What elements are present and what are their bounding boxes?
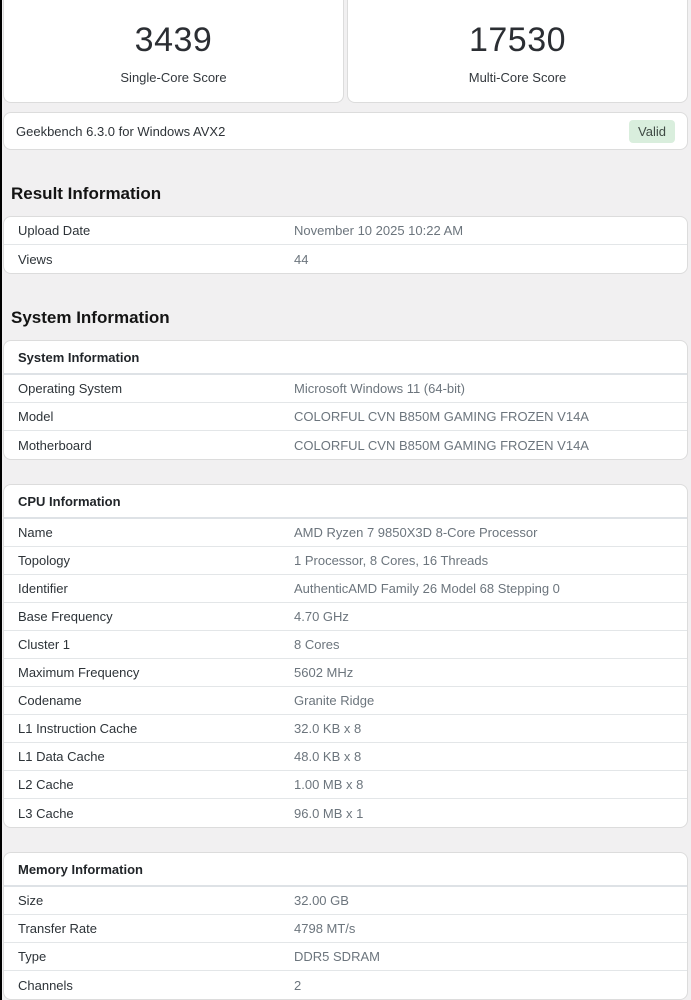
row-label: L1 Instruction Cache xyxy=(18,721,294,736)
section-tables: Upload Date November 10 2025 10:22 AM Vi… xyxy=(3,216,688,274)
row-label: Transfer Rate xyxy=(18,921,294,936)
row-value: 1 Processor, 8 Cores, 16 Threads xyxy=(294,553,687,568)
single-core-score-value: 3439 xyxy=(135,21,213,60)
row-value: 2 xyxy=(294,978,687,993)
result-page: 3439 Single-Core Score 17530 Multi-Core … xyxy=(3,0,688,1000)
page-left-edge xyxy=(0,0,2,1000)
row-label: L2 Cache xyxy=(18,777,294,792)
row-value: AuthenticAMD Family 26 Model 68 Stepping… xyxy=(294,581,687,596)
table-row: Type DDR5 SDRAM xyxy=(4,943,687,971)
row-value: 4.70 GHz xyxy=(294,609,687,624)
table-row: Codename Granite Ridge xyxy=(4,687,687,715)
info-table: CPU Information Name AMD Ryzen 7 9850X3D… xyxy=(3,484,688,828)
table-row: Maximum Frequency 5602 MHz xyxy=(4,659,687,687)
section-heading: Result Information xyxy=(11,184,688,204)
info-section: System Information System Information Op… xyxy=(3,308,688,1000)
row-value: 5602 MHz xyxy=(294,665,687,680)
table-row: L1 Data Cache 48.0 KB x 8 xyxy=(4,743,687,771)
info-table: Upload Date November 10 2025 10:22 AM Vi… xyxy=(3,216,688,274)
table-rows: Operating System Microsoft Windows 11 (6… xyxy=(4,375,687,459)
row-value: COLORFUL CVN B850M GAMING FROZEN V14A xyxy=(294,438,687,453)
row-value: Granite Ridge xyxy=(294,693,687,708)
info-section: Result Information Upload Date November … xyxy=(3,184,688,274)
row-label: Size xyxy=(18,893,294,908)
row-value: 4798 MT/s xyxy=(294,921,687,936)
table-row: Upload Date November 10 2025 10:22 AM xyxy=(4,217,687,245)
row-value: 32.00 GB xyxy=(294,893,687,908)
row-value: 32.0 KB x 8 xyxy=(294,721,687,736)
row-label: L1 Data Cache xyxy=(18,749,294,764)
multi-core-score-value: 17530 xyxy=(469,21,566,60)
row-value: 8 Cores xyxy=(294,637,687,652)
row-label: Identifier xyxy=(18,581,294,596)
row-value: 96.0 MB x 1 xyxy=(294,806,687,821)
row-value: 1.00 MB x 8 xyxy=(294,777,687,792)
table-row: Views 44 xyxy=(4,245,687,273)
row-value: AMD Ryzen 7 9850X3D 8-Core Processor xyxy=(294,525,687,540)
table-row: Operating System Microsoft Windows 11 (6… xyxy=(4,375,687,403)
table-header: System Information xyxy=(4,341,687,375)
row-label: Type xyxy=(18,949,294,964)
row-value: COLORFUL CVN B850M GAMING FROZEN V14A xyxy=(294,409,687,424)
row-label: Motherboard xyxy=(18,438,294,453)
row-value: Microsoft Windows 11 (64-bit) xyxy=(294,381,687,396)
row-value: 44 xyxy=(294,252,687,267)
row-label: Codename xyxy=(18,693,294,708)
table-row: Cluster 1 8 Cores xyxy=(4,631,687,659)
section-heading: System Information xyxy=(11,308,688,328)
info-sections: Result Information Upload Date November … xyxy=(3,184,688,1000)
row-value: DDR5 SDRAM xyxy=(294,949,687,964)
benchmark-version-bar: Geekbench 6.3.0 for Windows AVX2 Valid xyxy=(3,112,688,150)
table-header: CPU Information xyxy=(4,485,687,519)
valid-status-badge: Valid xyxy=(629,120,675,143)
row-label: L3 Cache xyxy=(18,806,294,821)
table-row: Transfer Rate 4798 MT/s xyxy=(4,915,687,943)
single-core-score-label: Single-Core Score xyxy=(120,70,226,85)
row-label: Topology xyxy=(18,553,294,568)
row-label: Base Frequency xyxy=(18,609,294,624)
section-tables: System Information Operating System Micr… xyxy=(3,340,688,1000)
table-header: Memory Information xyxy=(4,853,687,887)
table-row: L2 Cache 1.00 MB x 8 xyxy=(4,771,687,799)
row-label: Operating System xyxy=(18,381,294,396)
table-rows: Upload Date November 10 2025 10:22 AM Vi… xyxy=(4,217,687,273)
table-row: L1 Instruction Cache 32.0 KB x 8 xyxy=(4,715,687,743)
table-row: Channels 2 xyxy=(4,971,687,999)
table-row: Motherboard COLORFUL CVN B850M GAMING FR… xyxy=(4,431,687,459)
row-label: Upload Date xyxy=(18,223,294,238)
multi-core-score-card: 17530 Multi-Core Score xyxy=(347,0,688,103)
multi-core-score-label: Multi-Core Score xyxy=(469,70,567,85)
row-label: Model xyxy=(18,409,294,424)
table-rows: Size 32.00 GB Transfer Rate 4798 MT/s Ty… xyxy=(4,887,687,999)
row-label: Channels xyxy=(18,978,294,993)
row-label: Cluster 1 xyxy=(18,637,294,652)
table-row: Name AMD Ryzen 7 9850X3D 8-Core Processo… xyxy=(4,519,687,547)
table-row: Model COLORFUL CVN B850M GAMING FROZEN V… xyxy=(4,403,687,431)
info-table: Memory Information Size 32.00 GB Transfe… xyxy=(3,852,688,1000)
row-label: Name xyxy=(18,525,294,540)
table-row: Topology 1 Processor, 8 Cores, 16 Thread… xyxy=(4,547,687,575)
table-row: Base Frequency 4.70 GHz xyxy=(4,603,687,631)
single-core-score-card: 3439 Single-Core Score xyxy=(3,0,344,103)
table-row: Size 32.00 GB xyxy=(4,887,687,915)
table-rows: Name AMD Ryzen 7 9850X3D 8-Core Processo… xyxy=(4,519,687,827)
row-label: Maximum Frequency xyxy=(18,665,294,680)
row-value: November 10 2025 10:22 AM xyxy=(294,223,687,238)
row-label: Views xyxy=(18,252,294,267)
table-row: L3 Cache 96.0 MB x 1 xyxy=(4,799,687,827)
row-value: 48.0 KB x 8 xyxy=(294,749,687,764)
info-table: System Information Operating System Micr… xyxy=(3,340,688,460)
table-row: Identifier AuthenticAMD Family 26 Model … xyxy=(4,575,687,603)
score-header: 3439 Single-Core Score 17530 Multi-Core … xyxy=(3,0,688,103)
benchmark-version-text: Geekbench 6.3.0 for Windows AVX2 xyxy=(16,124,225,139)
